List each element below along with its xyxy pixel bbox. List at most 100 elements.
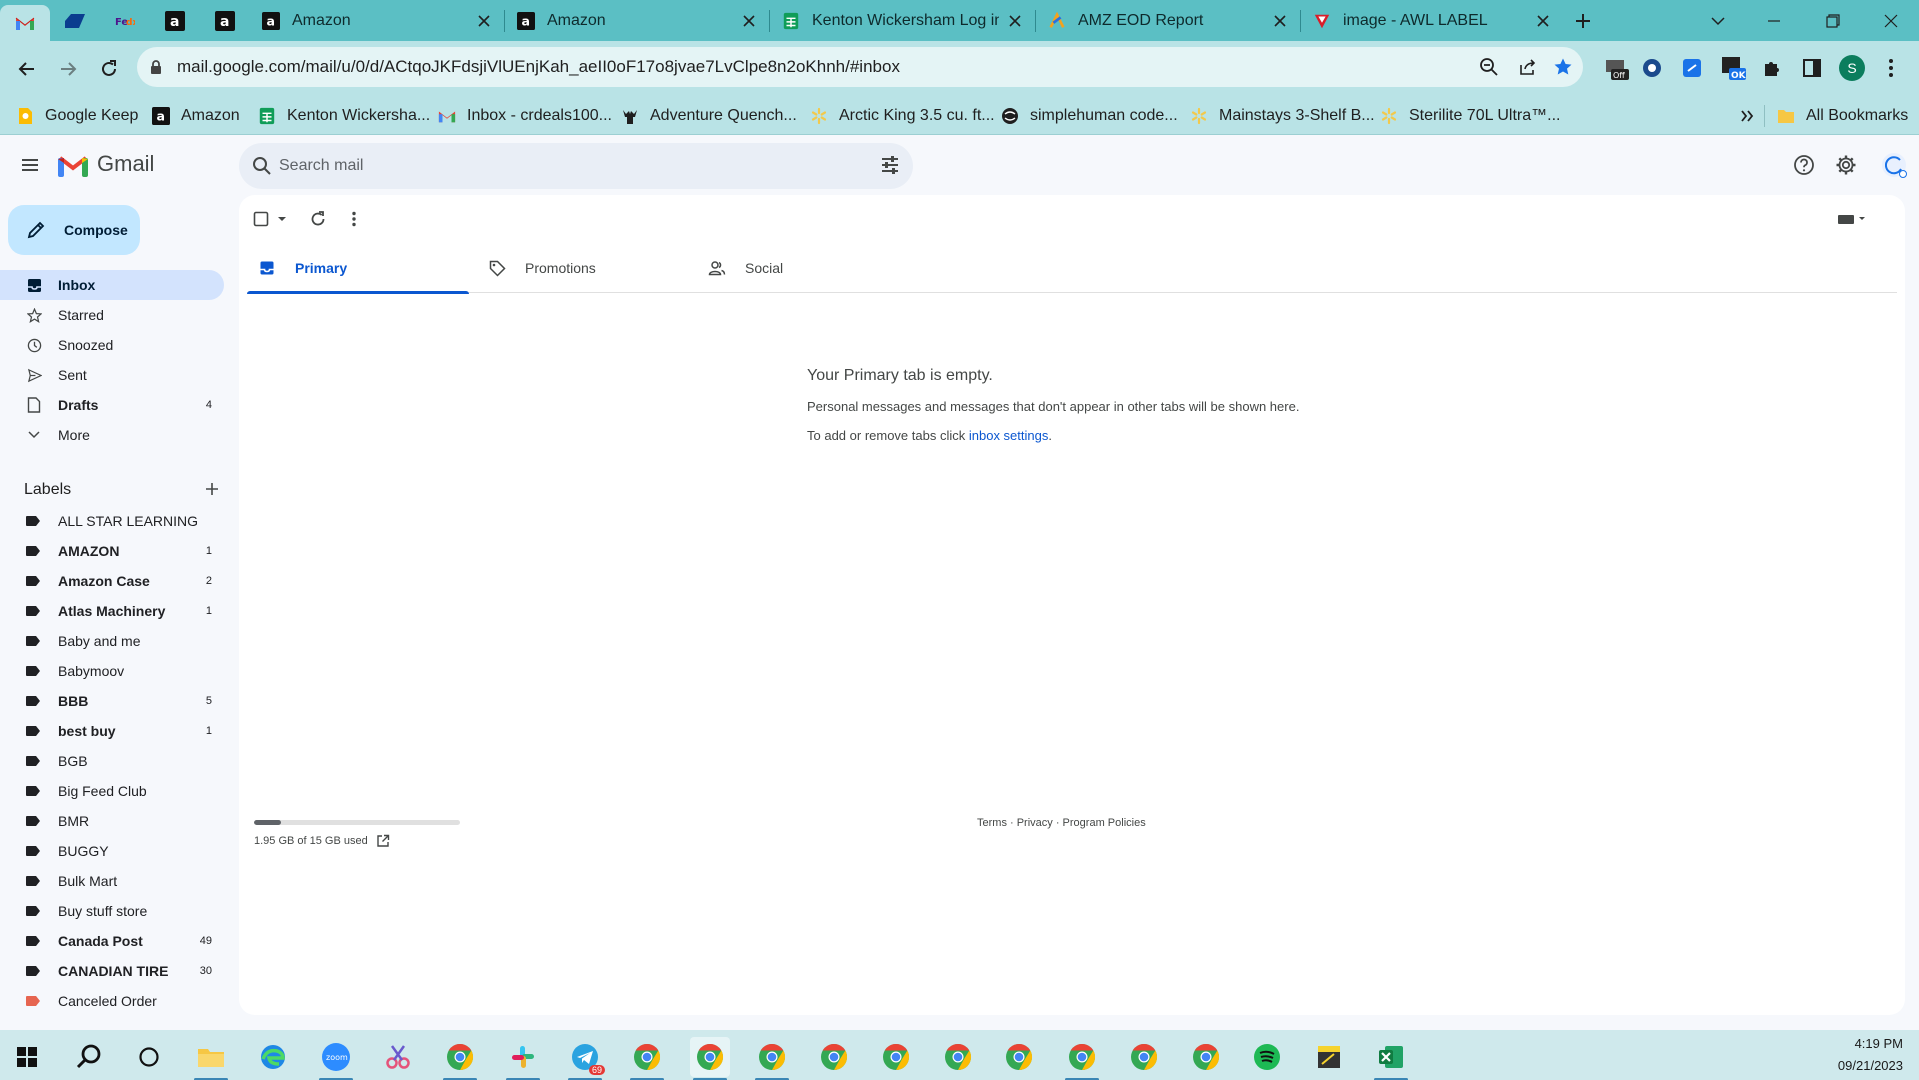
gmail-logo-icon[interactable] <box>58 154 88 177</box>
browser-tab-amz-eod[interactable]: AMZ EOD Report <box>1036 0 1300 41</box>
taskbar-chrome-8[interactable] <box>1062 1037 1102 1080</box>
taskbar-chrome-6[interactable] <box>938 1037 978 1077</box>
bookmark-arctic-king[interactable]: Arctic King 3.5 cu. ft... <box>810 97 995 134</box>
pinned-tab-amazon-2[interactable]: a <box>200 0 250 41</box>
search-input[interactable] <box>279 153 819 179</box>
bookmark-amazon[interactable]: a Amazon <box>152 97 240 134</box>
task-view-button[interactable] <box>129 1037 169 1077</box>
close-tab-icon[interactable] <box>1007 13 1023 29</box>
sidebar-label-item[interactable]: Canada Post 49 <box>0 926 224 956</box>
taskbar-file-explorer[interactable] <box>191 1037 231 1080</box>
sidebar-label-item[interactable]: CANADIAN TIRE 30 <box>0 956 224 986</box>
pinned-tab-gmail[interactable] <box>0 5 50 41</box>
sidebar-item-inbox[interactable]: Inbox <box>0 270 224 300</box>
taskbar-chrome-4[interactable] <box>814 1037 854 1077</box>
sidebar-label-item[interactable]: Atlas Machinery 1 <box>0 596 224 626</box>
pinned-tab-blue[interactable] <box>50 0 100 41</box>
open-in-new-icon[interactable] <box>376 834 390 848</box>
system-clock[interactable]: 4:19 PM 09/21/2023 <box>1838 1033 1903 1077</box>
close-tab-icon[interactable] <box>1272 13 1288 29</box>
taskbar-chrome-10[interactable] <box>1186 1037 1226 1077</box>
sidebar-label-item[interactable]: Bulk Mart <box>0 866 224 896</box>
search-options-icon[interactable] <box>879 154 901 176</box>
main-menu-icon[interactable] <box>18 153 42 177</box>
browser-tab-amazon-2[interactable]: a Amazon <box>505 0 769 41</box>
tab-search-button[interactable] <box>1695 0 1741 41</box>
sidebar-item-starred[interactable]: Starred <box>0 300 224 330</box>
sidebar-label-item[interactable]: BGB <box>0 746 224 776</box>
extension-grid[interactable] <box>1637 53 1667 83</box>
support-button[interactable] <box>1792 153 1816 177</box>
taskbar-excel[interactable] <box>1371 1037 1411 1080</box>
tab-promotions[interactable]: Promotions <box>477 243 699 293</box>
taskbar-chrome-2[interactable] <box>627 1037 667 1080</box>
side-panel-button[interactable] <box>1797 53 1827 83</box>
sidebar-label-item[interactable]: Baby and me <box>0 626 224 656</box>
inbox-settings-link[interactable]: inbox settings <box>969 428 1049 443</box>
taskbar-edge[interactable] <box>253 1037 293 1077</box>
sidebar-label-item[interactable]: best buy 1 <box>0 716 224 746</box>
chrome-menu-button[interactable] <box>1876 53 1906 83</box>
select-all-checkbox[interactable] <box>253 207 289 231</box>
taskbar-sticky-notes[interactable] <box>1309 1037 1349 1077</box>
sidebar-label-item[interactable]: BUGGY <box>0 836 224 866</box>
share-button[interactable] <box>1516 55 1540 79</box>
sidebar-label-item[interactable]: BMR <box>0 806 224 836</box>
bookmark-kenton[interactable]: Kenton Wickersha... <box>258 97 430 134</box>
bookmark-adventure[interactable]: Adventure Quench... <box>621 97 797 134</box>
minimize-button[interactable] <box>1751 0 1797 41</box>
sidebar-label-item[interactable]: Amazon Case 2 <box>0 566 224 596</box>
gmail-brand[interactable]: Gmail <box>97 151 154 177</box>
tab-social[interactable]: Social <box>697 243 919 293</box>
tab-primary[interactable]: Primary <box>247 243 469 294</box>
taskbar-spotify[interactable] <box>1247 1037 1287 1077</box>
profile-button[interactable]: S <box>1837 53 1867 83</box>
search-icon[interactable] <box>251 155 273 177</box>
sidebar-item-sent[interactable]: Sent <box>0 360 224 390</box>
refresh-button[interactable] <box>309 207 327 231</box>
sidebar-label-item[interactable]: Big Feed Club <box>0 776 224 806</box>
sidebar-label-item[interactable]: AMAZON 1 <box>0 536 224 566</box>
back-button[interactable] <box>9 51 45 87</box>
compose-button[interactable]: Compose <box>8 205 140 255</box>
bookmark-sterilite[interactable]: Sterilite 70L Ultra™... <box>1380 97 1560 134</box>
extensions-button[interactable] <box>1757 53 1787 83</box>
pinned-tab-fedex[interactable]: Fedx <box>100 0 150 41</box>
restore-button[interactable] <box>1810 0 1856 41</box>
bookmark-mainstays[interactable]: Mainstays 3-Shelf B... <box>1190 97 1375 134</box>
sidebar-label-item[interactable]: BBB 5 <box>0 686 224 716</box>
input-tools-button[interactable] <box>1837 207 1867 231</box>
taskbar-chrome-5[interactable] <box>876 1037 916 1077</box>
create-label-icon[interactable] <box>204 481 220 497</box>
account-avatar[interactable] <box>1880 151 1908 179</box>
sidebar-item-snoozed[interactable]: Snoozed <box>0 330 224 360</box>
forward-button[interactable] <box>50 51 86 87</box>
address-bar[interactable]: mail.google.com/mail/u/0/d/ACtqoJKFdsjiV… <box>137 47 1583 87</box>
extension-link[interactable] <box>1677 53 1707 83</box>
all-bookmarks-button[interactable]: All Bookmarks <box>1777 97 1908 134</box>
taskbar-chrome-1[interactable] <box>440 1037 480 1080</box>
browser-tab-amazon[interactable]: a Amazon <box>250 0 504 41</box>
extension-ok[interactable]: OK <box>1718 53 1748 83</box>
sidebar-label-item[interactable]: ALL STAR LEARNING <box>0 506 224 536</box>
bookmark-simplehuman[interactable]: simplehuman code... <box>1001 97 1178 134</box>
lock-icon[interactable] <box>149 59 163 75</box>
taskbar-snipping-tool[interactable] <box>378 1037 418 1077</box>
start-button[interactable] <box>7 1037 47 1077</box>
close-tab-icon[interactable] <box>741 13 757 29</box>
footer-links[interactable]: Terms · Privacy · Program Policies <box>977 817 1146 829</box>
sidebar-item-more[interactable]: More <box>0 420 224 450</box>
bookmark-star-button[interactable] <box>1551 55 1575 79</box>
caret-down-icon[interactable] <box>275 212 289 226</box>
sidebar-item-drafts[interactable]: Drafts 4 <box>0 390 224 420</box>
sidebar-label-item[interactable]: Canceled Order <box>0 986 224 1016</box>
bookmarks-overflow-button[interactable] <box>1740 97 1754 134</box>
taskbar-zoom[interactable]: zoom <box>316 1037 356 1080</box>
pinned-tab-amazon[interactable]: a <box>150 0 200 41</box>
browser-tab-sheets[interactable]: Kenton Wickersham Log ins <box>770 0 1035 41</box>
sidebar-label-item[interactable]: Buy stuff store <box>0 896 224 926</box>
close-window-button[interactable] <box>1868 0 1914 41</box>
search-bar[interactable] <box>239 143 913 189</box>
new-tab-button[interactable] <box>1563 0 1603 41</box>
bookmark-google-keep[interactable]: Google Keep <box>16 97 138 134</box>
